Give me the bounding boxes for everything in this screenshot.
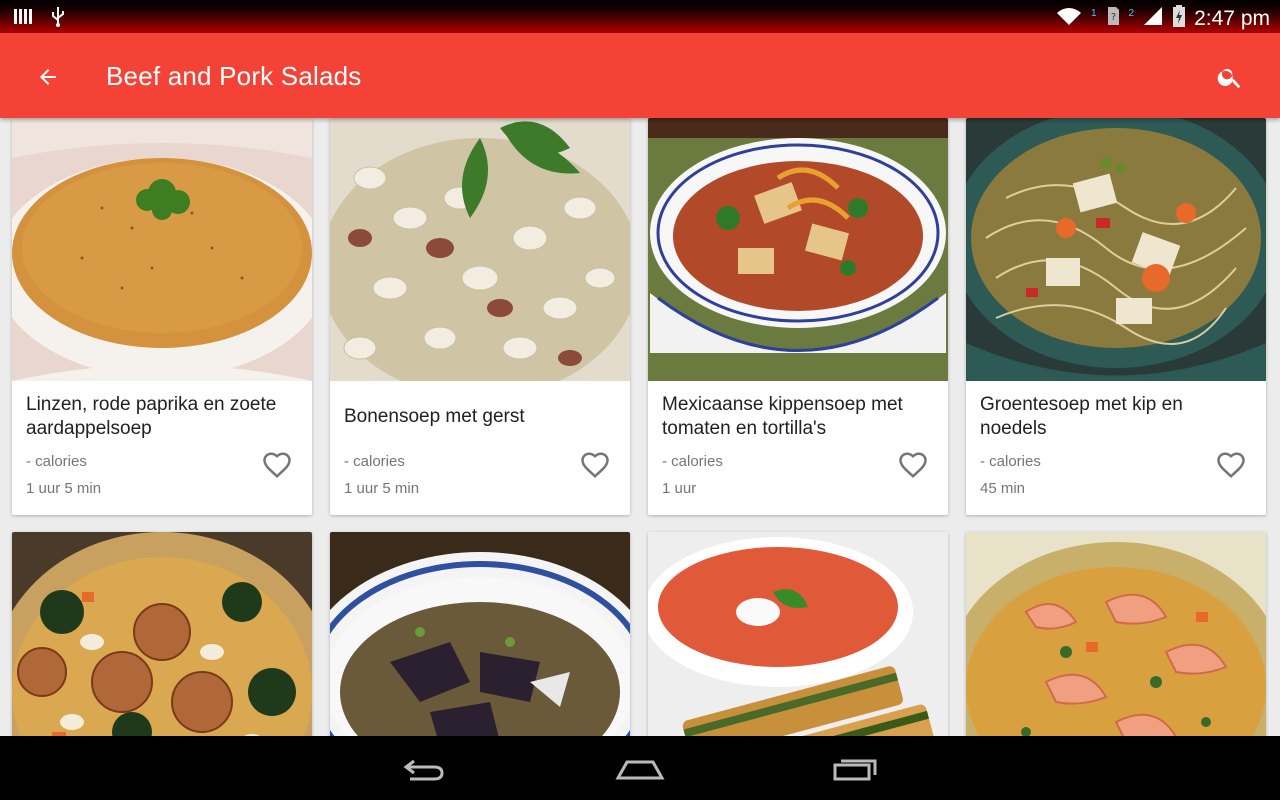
signal-icon <box>1142 5 1164 32</box>
nav-recents-button[interactable] <box>826 752 886 786</box>
heart-outline-icon <box>581 452 609 478</box>
arrow-back-icon <box>40 69 56 85</box>
sim2-label: 2 <box>1128 8 1135 19</box>
heart-outline-icon <box>899 452 927 478</box>
nav-home-icon <box>615 760 665 780</box>
recipe-calories: - calories <box>344 453 405 470</box>
recipe-card[interactable] <box>648 532 948 736</box>
recipe-calories: - calories <box>980 453 1041 470</box>
battery-charging-icon <box>1172 4 1186 33</box>
recipe-card[interactable]: Bonensoep met gerst - calories 1 uur 5 m… <box>330 118 630 515</box>
usb-icon <box>50 5 66 32</box>
recipe-card[interactable] <box>12 532 312 736</box>
recipe-card[interactable]: Linzen, rode paprika en zoete aardappels… <box>12 118 312 515</box>
recipe-title: Groentesoep met kip en noedels <box>980 394 1183 439</box>
recipe-grid: Linzen, rode paprika en zoete aardappels… <box>0 118 1280 736</box>
recipe-card[interactable] <box>966 532 1266 736</box>
sim-card-icon: ? <box>1105 5 1121 32</box>
favorite-button[interactable] <box>580 451 610 479</box>
recipe-card[interactable]: Groentesoep met kip en noedels - calorie… <box>966 118 1266 515</box>
page-title: Beef and Pork Salads <box>106 61 362 91</box>
recipe-image <box>12 532 312 736</box>
recipe-calories: - calories <box>662 453 723 470</box>
search-button[interactable] <box>1210 57 1250 97</box>
recipe-calories: - calories <box>26 453 87 470</box>
recipe-image <box>330 532 630 736</box>
recipe-title: Bonensoep met gerst <box>344 406 525 427</box>
nav-home-button[interactable] <box>610 752 670 786</box>
search-icon <box>1217 68 1241 89</box>
recipe-image <box>966 532 1266 736</box>
recipe-image <box>966 118 1266 381</box>
recipe-image <box>330 118 630 381</box>
storage-notification-icon <box>12 6 34 31</box>
nav-recents-icon <box>833 759 877 781</box>
favorite-button[interactable] <box>1216 451 1246 479</box>
heart-outline-icon <box>1217 452 1245 478</box>
wifi-icon <box>1055 5 1083 32</box>
favorite-button[interactable] <box>898 451 928 479</box>
recipe-card[interactable]: Mexicaanse kippensoep met tomaten en tor… <box>648 118 948 515</box>
app-bar: Beef and Pork Salads <box>0 33 1280 118</box>
back-button[interactable] <box>30 59 66 95</box>
svg-text:?: ? <box>1110 12 1115 23</box>
recipe-card[interactable] <box>330 532 630 736</box>
recipe-image <box>648 532 948 736</box>
favorite-button[interactable] <box>262 451 292 479</box>
nav-back-button[interactable] <box>394 752 454 786</box>
recipe-title: Mexicaanse kippensoep met tomaten en tor… <box>662 394 903 439</box>
recipe-time: 1 uur 5 min <box>26 480 102 497</box>
recipe-image <box>648 118 948 381</box>
heart-outline-icon <box>263 452 291 478</box>
clock: 2:47 pm <box>1194 6 1270 30</box>
recipe-time: 1 uur 5 min <box>344 480 420 497</box>
recipe-title: Linzen, rode paprika en zoete aardappels… <box>26 394 277 439</box>
recipe-time: 45 min <box>980 480 1026 497</box>
system-nav-bar <box>0 736 1280 800</box>
nav-back-icon <box>403 759 444 781</box>
recipe-time: 1 uur <box>662 480 697 497</box>
sim1-label: 1 <box>1090 8 1097 19</box>
status-bar: 1 ? 2 2:47 pm <box>0 0 1280 33</box>
recipe-image <box>12 118 312 381</box>
